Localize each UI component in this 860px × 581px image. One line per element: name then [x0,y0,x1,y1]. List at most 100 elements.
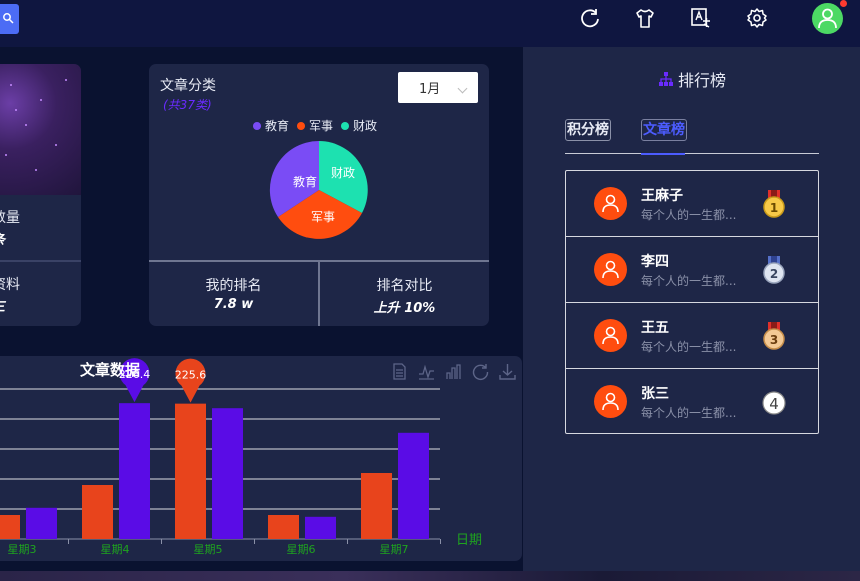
bar [212,408,243,539]
bar [26,507,57,539]
bar [82,485,113,539]
legend-item[interactable]: 军事 [297,117,333,134]
refresh-icon[interactable] [471,362,490,381]
bar [305,516,336,539]
bar [361,473,392,539]
tab-baseline [565,153,819,154]
rank-name: 王麻子 [641,188,683,204]
avatar [594,319,627,352]
pie-label-finance: 财政 [331,166,355,180]
chevron-down-icon [457,83,468,94]
x-tick-label: 星期3 [8,543,37,556]
x-tick-label: 星期5 [194,543,223,556]
search-icon [3,13,14,24]
my-rank-label: 我的排名 [205,278,262,294]
chart-toolbox [390,362,517,381]
legend-label: 教育 [265,119,290,133]
list-item[interactable]: 张三 每个人的一生都... 4 [566,369,818,433]
profile-label: 资料 [0,277,20,293]
refresh-icon[interactable] [579,7,601,29]
rank-desc: 每个人的一生都... [641,406,737,420]
bar [119,403,150,539]
profile-value: 三 [0,296,5,315]
x-tick-label: 星期7 [380,543,409,556]
medal-number: 4 [769,395,779,413]
bronze-medal-icon: 3 [763,322,785,350]
ranking-panel: 排行榜 积分榜 文章榜 王麻子 每个人的一生都... 1 李四 每个人的一生都.… [523,47,860,581]
chart-title: 文章数据 [80,361,141,379]
article-bar-chart: 星期3 星期4 星期5 星期6 星期7226.4 225.6日期 [0,358,482,556]
category-subtitle: (共37类) [163,98,212,112]
user-avatar[interactable] [812,3,843,34]
document-icon[interactable] [390,362,409,381]
rank-desc: 每个人的一生都... [641,274,737,288]
rank-compare-label: 排名对比 [376,278,433,294]
legend-item[interactable]: 教育 [253,117,289,134]
top-bar [0,0,860,47]
bar-chart-icon[interactable] [444,362,463,381]
pie-legend: 教育 军事 财政 [253,117,377,134]
category-pie: 教育 财政 军事 [269,140,368,239]
category-card: 文章分类 (共37类) 1月 教育 军事 财政 教育 财政 军事 我的排名 7.… [149,64,489,326]
bar [268,515,299,539]
medal-number: 1 [770,201,778,215]
ranking-title-text: 排行榜 [678,71,727,90]
legend-label: 军事 [309,119,334,133]
divider [0,260,81,262]
category-title: 文章分类 [160,78,216,94]
notification-dot [840,0,847,7]
rank-name: 张三 [641,386,669,402]
user-icon [602,392,619,411]
medal-number: 3 [770,333,778,347]
list-item[interactable]: 李四 每个人的一生都... 2 [566,237,818,303]
cover-image [0,64,81,195]
gold-medal-icon: 1 [763,190,785,218]
list-item[interactable]: 王麻子 每个人的一生都... 1 [566,171,818,237]
silver-medal-icon: 2 [763,256,785,284]
count-value: 条 [0,229,5,248]
month-select[interactable]: 1月 [398,72,478,103]
download-icon[interactable] [498,362,517,381]
bar [398,432,429,539]
pie-label-military: 军事 [311,210,335,224]
ranking-title: 排行榜 [658,67,726,91]
tab-score-ranking[interactable]: 积分榜 [565,119,611,141]
avatar [594,385,627,418]
legend-label: 财政 [353,119,378,133]
tab-article-ranking[interactable]: 文章榜 [641,119,687,141]
x-tick-label: 星期4 [101,543,130,556]
article-data-card: 星期3 星期4 星期5 星期6 星期7 226.4 225.6 日期 文章数据 [0,356,522,561]
search-button[interactable] [0,4,19,34]
legend-item[interactable]: 财政 [341,117,377,134]
count-label: 数量 [0,210,20,226]
line-chart-icon[interactable] [417,362,436,381]
rank-four-badge-icon: 4 [762,391,786,415]
user-icon [602,260,619,279]
bar [175,403,206,539]
list-item[interactable]: 王五 每个人的一生都... 3 [566,303,818,369]
avatar [594,187,627,220]
active-tab-indicator [641,153,685,155]
hierarchy-icon [659,72,673,86]
bar [0,515,20,539]
user-icon [602,326,619,345]
overview-card: 数量 条 资料 三 [0,64,81,326]
shirt-icon[interactable] [634,7,656,29]
avatar [594,253,627,286]
rank-name: 王五 [641,320,669,336]
pie-label-education: 教育 [293,174,317,189]
rank-compare-value: 上升 10% [373,301,436,316]
main-area: 数量 条 资料 三 文章分类 (共37类) 1月 教育 军事 财政 教育 财政 … [0,47,523,581]
rank-desc: 每个人的一生都... [641,340,737,354]
rank-name: 李四 [641,254,669,270]
month-select-value: 1月 [419,82,441,97]
user-avatar-icon [818,8,837,29]
x-tick-label: 星期6 [287,543,316,556]
ranking-list: 王麻子 每个人的一生都... 1 李四 每个人的一生都... 2 王五 每个人的… [565,170,819,434]
user-icon [602,194,619,213]
medal-number: 2 [770,267,778,281]
gear-icon[interactable] [746,7,768,29]
x-axis-name: 日期 [456,533,482,548]
rank-desc: 每个人的一生都... [641,208,737,222]
translate-icon[interactable] [690,7,712,29]
